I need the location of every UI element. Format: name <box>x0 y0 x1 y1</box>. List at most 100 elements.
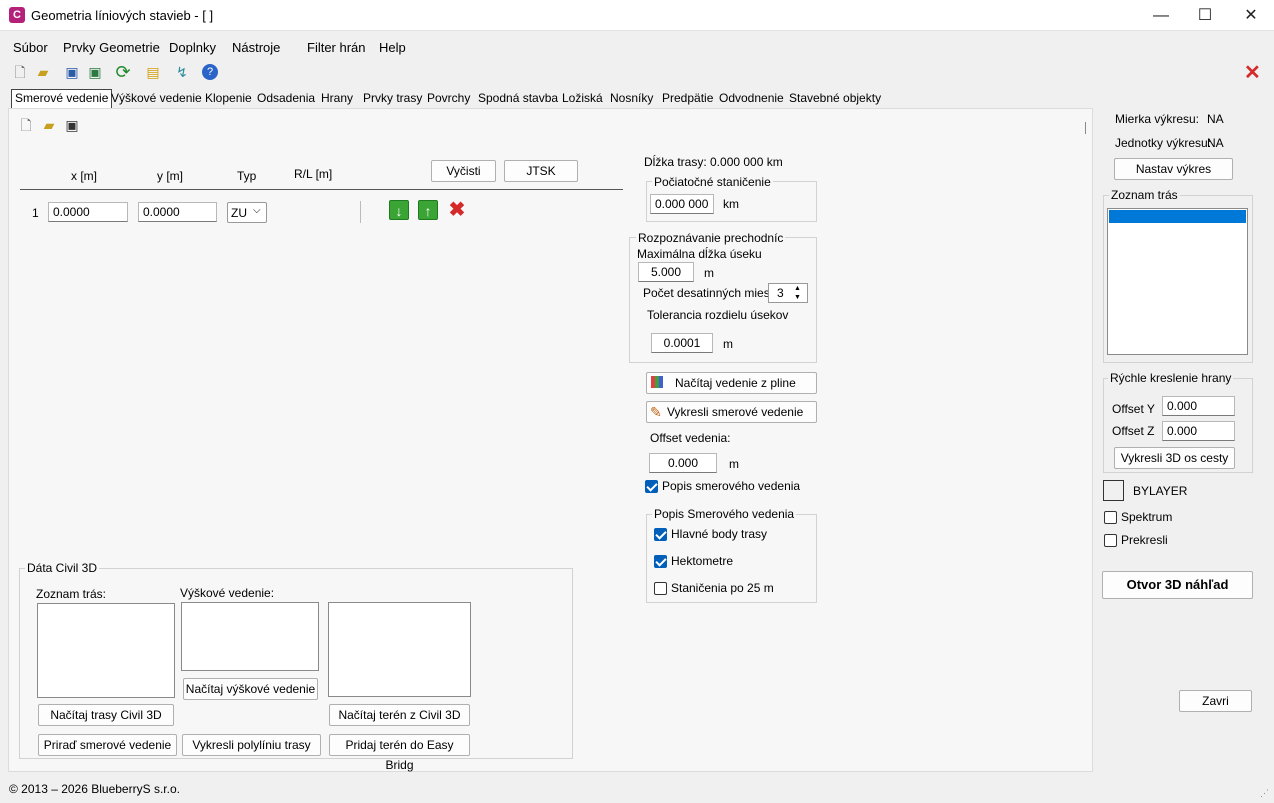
civil3d-zoznam-label: Zoznam trás: <box>36 587 107 601</box>
move-down-icon[interactable]: ↓ <box>389 200 409 220</box>
window-close-button[interactable]: ✕ <box>1228 0 1274 31</box>
save-icon[interactable]: ▣ <box>63 63 81 81</box>
y-input[interactable] <box>138 202 217 222</box>
offset-z-label: Offset Z <box>1112 424 1155 438</box>
jednotky-label: Jednotky výkresu: <box>1115 136 1212 150</box>
tab-predpatie[interactable]: Predpätie <box>662 91 713 105</box>
tab-nosniky[interactable]: Nosníky <box>610 91 653 105</box>
max-dlzka-input[interactable] <box>638 262 694 282</box>
desatinne-value: 3 <box>777 286 784 300</box>
pociatocne-unit: km <box>723 197 739 211</box>
header-typ: Typ <box>237 169 257 183</box>
tab-stavebne-objekty[interactable]: Stavebné objekty <box>789 91 881 105</box>
stanicenia-checkbox[interactable] <box>654 582 667 595</box>
folder-settings-icon[interactable]: ▤ <box>144 63 162 81</box>
prirad-smerove-button[interactable]: Priraď smerové vedenie <box>38 734 177 756</box>
panel-open-icon[interactable]: ▰ <box>40 116 58 134</box>
move-up-icon[interactable]: ↑ <box>418 200 438 220</box>
popis-checkbox[interactable] <box>645 480 658 493</box>
hektometre-label: Hektometre <box>671 554 734 568</box>
menu-subor[interactable]: Súbor <box>13 40 48 55</box>
x-input[interactable] <box>48 202 128 222</box>
max-dlzka-unit: m <box>704 266 714 280</box>
zoznam-tras-listbox[interactable] <box>1107 208 1248 355</box>
tolerancia-label: Tolerancia rozdielu úsekov <box>647 308 789 322</box>
pociatocne-title: Počiatočné staničenie <box>652 175 773 189</box>
save-as-icon[interactable]: ▣ <box>86 63 104 81</box>
menu-nastroje[interactable]: Nástroje <box>232 40 280 55</box>
civil3d-zoznam-listbox[interactable] <box>37 603 175 698</box>
tab-spodna-stavba[interactable]: Spodná stavba <box>478 91 558 105</box>
civil3d-vyskove-listbox[interactable] <box>181 602 319 671</box>
nacitaj-pline-button[interactable]: Načítaj vedenie z pline <box>646 372 817 394</box>
delete-row-icon[interactable]: ✖ <box>447 200 467 220</box>
desatinne-stepper[interactable]: 3 ▲ ▼ <box>768 283 808 303</box>
rychle-kreslenie-title: Rýchle kreslenie hrany <box>1108 371 1234 385</box>
clear-button[interactable]: Vyčisti <box>431 160 496 182</box>
tab-odsadenia[interactable]: Odsadenia <box>257 91 315 105</box>
tolerancia-unit: m <box>723 337 733 351</box>
vykresli-smerove-button[interactable]: ✎ Vykresli smerové vedenie <box>646 401 817 423</box>
nacitaj-pline-label: Načítaj vedenie z pline <box>675 376 796 390</box>
panel-new-icon[interactable]: 🗋 <box>17 116 35 134</box>
typ-value: ZU <box>231 206 247 220</box>
vykresli-3d-os-button[interactable]: Vykresli 3D os cesty <box>1114 447 1235 469</box>
offset-vedenia-unit: m <box>729 457 739 471</box>
panel-save-icon[interactable]: ▣ <box>63 116 81 134</box>
refresh-icon[interactable]: ⟳ <box>114 63 132 81</box>
stepper-arrows-icon[interactable]: ▲ ▼ <box>794 284 801 302</box>
tab-loziska[interactable]: Ložiská <box>562 91 603 105</box>
close-panel-icon[interactable]: ✕ <box>1244 60 1261 85</box>
tolerancia-input[interactable] <box>651 333 713 353</box>
menu-prvky-geometrie[interactable]: Prvky Geometrie <box>63 40 160 55</box>
help-icon[interactable]: ? <box>202 64 218 80</box>
header-rl: R/L [m] <box>294 167 333 181</box>
nacitaj-teren-button[interactable]: Načítaj terén z Civil 3D <box>329 704 470 726</box>
offset-vedenia-label: Offset vedenia: <box>650 431 731 445</box>
tab-povrchy[interactable]: Povrchy <box>427 91 470 105</box>
nacitaj-vyskove-button[interactable]: Načítaj výškové vedenie <box>183 678 318 700</box>
offset-vedenia-input[interactable] <box>649 453 717 473</box>
vykresli-polyliniu-button[interactable]: Vykresli polylíniu trasy <box>182 734 321 756</box>
mierka-value: NA <box>1207 112 1224 126</box>
menu-filter-hran[interactable]: Filter hrán <box>307 40 366 55</box>
tab-klopenie[interactable]: Klopenie <box>205 91 252 105</box>
maximize-button[interactable]: ☐ <box>1182 0 1228 31</box>
pociatocne-input[interactable] <box>650 194 714 214</box>
zavri-button[interactable]: Zavri <box>1179 690 1252 712</box>
color-swatch[interactable] <box>1103 480 1124 501</box>
nastav-vykres-button[interactable]: Nastav výkres <box>1114 158 1233 180</box>
tab-smerove-vedenie[interactable]: Smerové vedenie <box>11 89 113 108</box>
jednotky-value: NA <box>1207 136 1224 150</box>
tab-odvodnenie[interactable]: Odvodnenie <box>719 91 784 105</box>
tab-hrany[interactable]: Hrany <box>321 91 353 105</box>
dlzka-trasy: Dĺžka trasy: 0.000 000 km <box>644 155 783 169</box>
jtsk-button[interactable]: JTSK <box>504 160 578 182</box>
minimize-button[interactable]: — <box>1138 0 1184 31</box>
panel-separator <box>1085 122 1086 134</box>
hektometre-checkbox[interactable] <box>654 555 667 568</box>
graph-icon[interactable]: ↯ <box>173 63 191 81</box>
nacitaj-trasy-button[interactable]: Načítaj trasy Civil 3D <box>38 704 174 726</box>
civil3d-teren-listbox[interactable] <box>328 602 471 697</box>
tab-vyskove-vedenie[interactable]: Výškové vedenie <box>111 91 202 105</box>
prekresli-checkbox[interactable] <box>1104 534 1117 547</box>
popis-group-title: Popis Smerového vedenia <box>652 507 797 521</box>
zoznam-tras-title: Zoznam trás <box>1109 188 1180 202</box>
list-item-selected[interactable] <box>1109 210 1246 223</box>
window-title: Geometria líniových stavieb - [ ] <box>31 8 214 23</box>
menu-help[interactable]: Help <box>379 40 406 55</box>
spektrum-checkbox[interactable] <box>1104 511 1117 524</box>
hlavne-body-checkbox[interactable] <box>654 528 667 541</box>
otvor-3d-button[interactable]: Otvor 3D náhľad <box>1102 571 1253 599</box>
new-file-icon[interactable]: 🗋 <box>11 63 29 81</box>
typ-select[interactable]: ZU ⌵ <box>227 202 267 223</box>
menu-doplnky[interactable]: Doplnky <box>169 40 216 55</box>
offset-y-input[interactable] <box>1162 396 1235 416</box>
open-folder-icon[interactable]: ▰ <box>34 63 52 81</box>
pridaj-teren-button[interactable]: Pridaj terén do Easy Bridg <box>329 734 470 772</box>
resize-grip-icon[interactable]: ⋰ <box>1260 788 1270 798</box>
offset-z-input[interactable] <box>1162 421 1235 441</box>
tab-prvky-trasy[interactable]: Prvky trasy <box>363 91 422 105</box>
row-separator <box>360 201 361 223</box>
